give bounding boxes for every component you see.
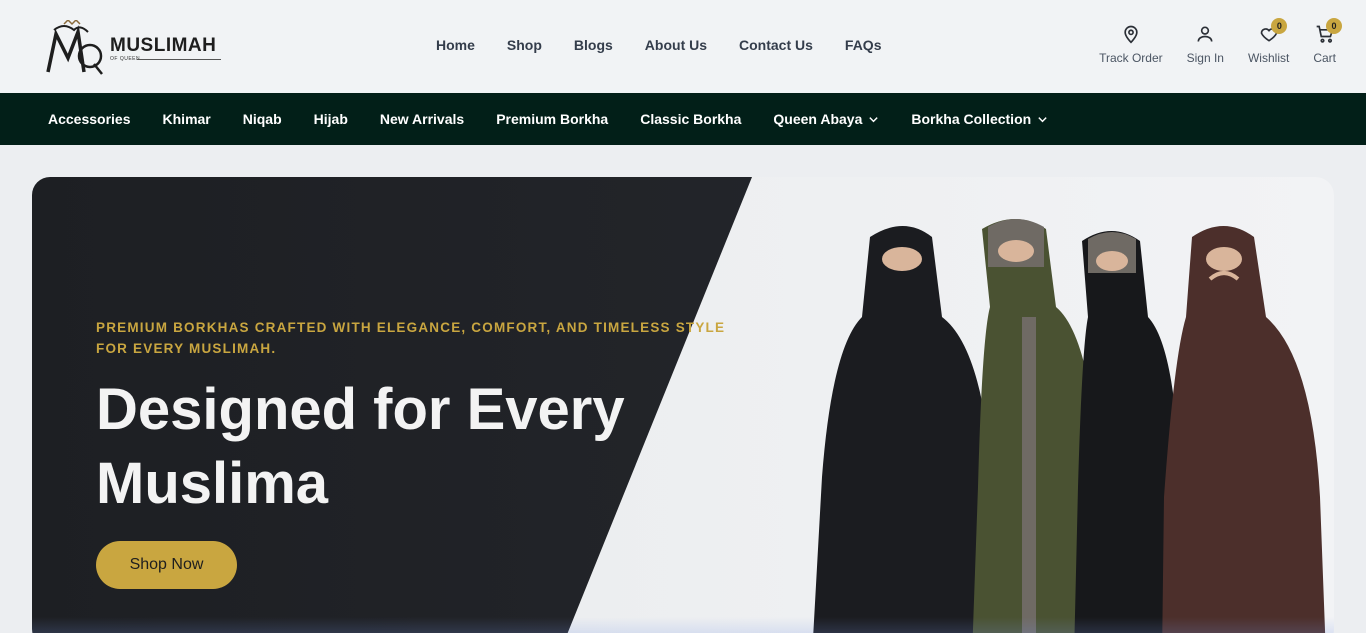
site-header: MUSLIMAH OF QUEEN Home Shop Blogs About … [0,0,1366,93]
nav-shop[interactable]: Shop [507,37,542,53]
cat-label: Queen Abaya [773,111,863,127]
cat-label: Accessories [48,111,131,127]
nav-contact[interactable]: Contact Us [739,37,813,53]
brand-sub: OF QUEEN [110,56,141,62]
cat-label: Classic Borkha [640,111,742,127]
track-order-button[interactable]: Track Order [1099,24,1163,65]
category-nav: Accessories Khimar Niqab Hijab New Arriv… [0,93,1366,145]
hero-models-image [813,219,1326,633]
wishlist-label: Wishlist [1247,51,1290,65]
header-utilities: Track Order Sign In 0 Wishlist 0 Cart [1099,18,1342,65]
chevron-down-icon [1038,116,1047,122]
cart-count-badge: 0 [1326,18,1342,34]
wishlist-button[interactable]: 0 Wishlist [1247,18,1290,65]
cat-label: Khimar [162,111,211,127]
cat-queen-abaya[interactable]: Queen Abaya [773,111,879,127]
cat-borkha-collection[interactable]: Borkha Collection [911,111,1048,127]
shop-now-button[interactable]: Shop Now [96,541,237,589]
cart-button[interactable]: 0 Cart [1313,18,1342,65]
cat-accessories[interactable]: Accessories [48,111,131,127]
hero-tagline: PREMIUM BORKHAS CRAFTED WITH ELEGANCE, C… [96,320,726,356]
user-icon [1197,26,1213,42]
cat-label: New Arrivals [379,111,465,127]
cat-label: Borkha Collection [911,111,1032,127]
logo-divider [137,59,221,60]
cat-khimar[interactable]: Khimar [163,111,211,127]
sign-in-button[interactable]: Sign In [1187,24,1224,65]
main-nav: Home Shop Blogs About Us Contact Us FAQs [436,37,914,53]
nav-blogs[interactable]: Blogs [574,37,613,53]
cat-classic-borkha[interactable]: Classic Borkha [640,111,741,127]
nav-faqs[interactable]: FAQs [845,37,882,53]
nav-about[interactable]: About Us [645,37,707,53]
hero-banner: PREMIUM BORKHAS CRAFTED WITH ELEGANCE, C… [32,177,1334,633]
site-logo[interactable]: MUSLIMAH OF QUEEN [44,20,234,76]
map-pin-icon [1124,25,1138,44]
cat-label: Hijab [313,111,348,127]
cat-label: Premium Borkha [496,111,609,127]
wishlist-count-badge: 0 [1271,18,1288,34]
cat-niqab[interactable]: Niqab [243,111,282,127]
cat-new-arrivals[interactable]: New Arrivals [380,111,464,127]
hero-title: Designed for Every Muslima [96,377,625,516]
logo-mark-icon [46,20,103,75]
hero-bottom-fade [32,617,1334,633]
chevron-down-icon [869,116,879,122]
cart-label: Cart [1313,51,1336,65]
cat-hijab[interactable]: Hijab [314,111,348,127]
track-order-label: Track Order [1099,51,1163,65]
brand-name: MUSLIMAH [110,35,217,56]
sign-in-label: Sign In [1186,51,1224,65]
nav-home[interactable]: Home [436,37,475,53]
cat-premium-borkha[interactable]: Premium Borkha [496,111,608,127]
cat-label: Niqab [242,111,282,127]
